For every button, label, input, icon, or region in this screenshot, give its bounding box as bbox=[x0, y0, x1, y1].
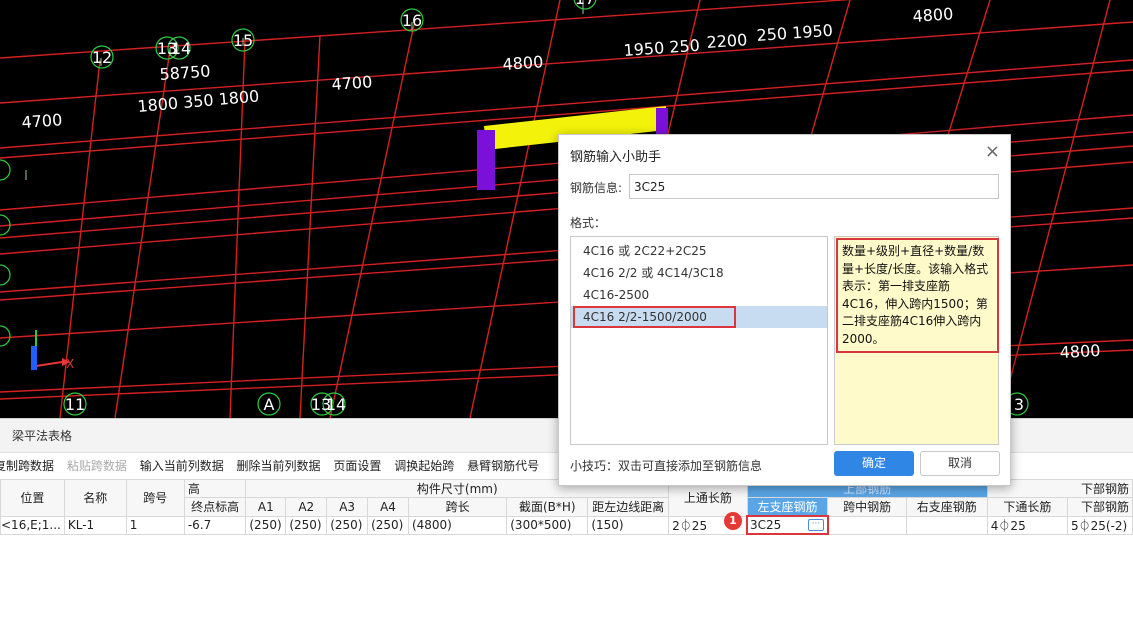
cantilever-rebar-code-button[interactable]: 悬臂钢筋代号 bbox=[467, 453, 539, 479]
col-header-span-length[interactable]: 跨长 bbox=[407, 497, 508, 517]
copy-span-data-button[interactable]: 复制跨数据 bbox=[0, 453, 54, 479]
cell-a1[interactable]: (250) bbox=[245, 515, 287, 535]
dialog-title: 钢筋输入小助手 bbox=[570, 150, 662, 165]
dim-label: 2200 bbox=[706, 30, 748, 52]
cell-bottom-through[interactable]: 4⏀25 bbox=[986, 515, 1068, 535]
cell-left-support[interactable]: 3C25 ··· bbox=[746, 515, 829, 535]
dim-label: 4700 bbox=[21, 110, 63, 132]
dim-label: 250 1950 bbox=[756, 21, 833, 45]
col-header-edge-distance[interactable]: 距左边线距离 bbox=[587, 497, 670, 517]
dim-label: 58750 bbox=[159, 61, 211, 84]
col-header-position[interactable]: 位置 bbox=[0, 479, 65, 517]
cell-a2[interactable]: (250) bbox=[285, 515, 328, 535]
format-description-text: 数量+级别+直径+数量/数量+长度/长度。该输入格式表示：第一排支座筋4C16，… bbox=[836, 238, 999, 353]
tip-text: 小技巧：双击可直接添加至钢筋信息 bbox=[570, 459, 763, 473]
cancel-button[interactable]: 取消 bbox=[920, 451, 1000, 476]
group-header-elevation: 高 bbox=[183, 479, 247, 498]
col-header-a3[interactable]: A3 bbox=[326, 497, 369, 517]
axis-label-15: 15 bbox=[233, 31, 253, 50]
cell-bottom-rebar[interactable]: 5⏀25(-2) bbox=[1066, 515, 1133, 535]
axis-label-14b: 14 bbox=[326, 395, 346, 414]
format-item[interactable]: 4C16 2/2 或 4C14/3C18 bbox=[571, 262, 827, 284]
rebar-info-input[interactable] bbox=[629, 174, 999, 199]
column-left bbox=[477, 130, 495, 190]
col-header-a2[interactable]: A2 bbox=[285, 497, 328, 517]
cell-name[interactable]: KL-1 bbox=[63, 515, 127, 535]
cell-span-no[interactable]: 1 bbox=[125, 515, 185, 535]
page-setup-button[interactable]: 页面设置 bbox=[333, 453, 381, 479]
swap-start-span-button[interactable]: 调换起始跨 bbox=[394, 453, 454, 479]
format-item[interactable]: 4C16-2500 bbox=[571, 284, 827, 306]
dimension-ticks bbox=[25, 0, 584, 180]
paste-span-data-button[interactable]: 粘贴跨数据 bbox=[67, 453, 127, 479]
axis-label-3: 3 bbox=[1014, 395, 1024, 414]
delete-column-data-button[interactable]: 删除当前列数据 bbox=[237, 453, 321, 479]
format-item[interactable]: 4C16 或 2C22+2C25 bbox=[571, 240, 827, 262]
dim-label: 1950 250 bbox=[623, 36, 700, 60]
col-header-section[interactable]: 截面(B*H) bbox=[506, 497, 589, 517]
cell-a3[interactable]: (250) bbox=[326, 515, 369, 535]
cell-mid-span[interactable] bbox=[827, 515, 907, 535]
cell-end-elevation[interactable]: -6.7 bbox=[183, 515, 247, 535]
axis-label-14: 14 bbox=[171, 39, 191, 58]
format-description-panel: 数量+级别+直径+数量/数量+长度/长度。该输入格式表示：第一排支座筋4C16，… bbox=[834, 236, 999, 445]
input-column-data-button[interactable]: 输入当前列数据 bbox=[140, 453, 224, 479]
col-header-mid-span[interactable]: 跨中钢筋 bbox=[827, 497, 907, 517]
format-list: 4C16 或 2C22+2C25 4C16 2/2 或 4C14/3C18 4C… bbox=[570, 236, 828, 445]
col-header-name[interactable]: 名称 bbox=[63, 479, 127, 517]
dim-label: 4800 bbox=[912, 4, 954, 26]
beam-table: 位置 名称 跨号 高 构件尺寸(mm) 上通长筋 上部钢筋 下部钢筋 终点标高 … bbox=[0, 479, 1133, 535]
cell-edge-distance[interactable]: (150) bbox=[587, 515, 670, 535]
highlight-box bbox=[573, 306, 736, 328]
format-label: 格式： bbox=[570, 216, 607, 230]
col-header-bottom-rebar[interactable]: 下部钢筋 bbox=[1066, 497, 1133, 517]
col-header-left-support[interactable]: 左支座钢筋 bbox=[746, 497, 829, 517]
rebar-info-label: 钢筋信息: bbox=[570, 181, 623, 195]
cell-position[interactable]: <16,E;1... bbox=[0, 515, 65, 535]
axis-label-17: 17 bbox=[575, 0, 595, 8]
col-header-end-elevation[interactable]: 终点标高 bbox=[183, 497, 247, 517]
col-header-right-support[interactable]: 右支座钢筋 bbox=[905, 497, 988, 517]
format-item-selected[interactable]: 4C16 2/2-1500/2000 bbox=[571, 306, 827, 328]
cell-right-support[interactable] bbox=[905, 515, 988, 535]
rebar-input-assistant-dialog: 钢筋输入小助手 × 钢筋信息: 格式： 4C16 或 2C22+2C25 4C1… bbox=[558, 134, 1011, 486]
axis-label-a: A bbox=[264, 395, 275, 414]
col-header-a4[interactable]: A4 bbox=[367, 497, 409, 517]
cell-a4[interactable]: (250) bbox=[367, 515, 409, 535]
cell-section[interactable]: (300*500) bbox=[506, 515, 589, 535]
ok-button[interactable]: 确定 bbox=[834, 451, 914, 476]
axis-label-11: 11 bbox=[65, 395, 85, 414]
col-header-span-no[interactable]: 跨号 bbox=[125, 479, 185, 517]
left-support-value: 3C25 bbox=[750, 518, 782, 532]
svg-text:X: X bbox=[66, 357, 74, 371]
dim-label: 4800 bbox=[502, 52, 544, 74]
dim-label: 4700 bbox=[331, 72, 373, 94]
table-row[interactable]: <16,E;1... KL-1 1 -6.7 (250) (250) (250)… bbox=[0, 515, 1133, 535]
cell-span-length[interactable]: (4800) bbox=[407, 515, 508, 535]
close-icon[interactable]: × bbox=[985, 143, 1000, 161]
axis-label-16: 16 bbox=[402, 11, 422, 30]
dim-label: 4800 bbox=[1059, 341, 1101, 362]
col-header-a1[interactable]: A1 bbox=[245, 497, 287, 517]
axis-label-12: 12 bbox=[92, 48, 112, 67]
more-options-button[interactable]: ··· bbox=[807, 519, 824, 531]
step-badge: 1 bbox=[724, 512, 742, 530]
col-header-bottom-through[interactable]: 下通长筋 bbox=[986, 497, 1068, 517]
